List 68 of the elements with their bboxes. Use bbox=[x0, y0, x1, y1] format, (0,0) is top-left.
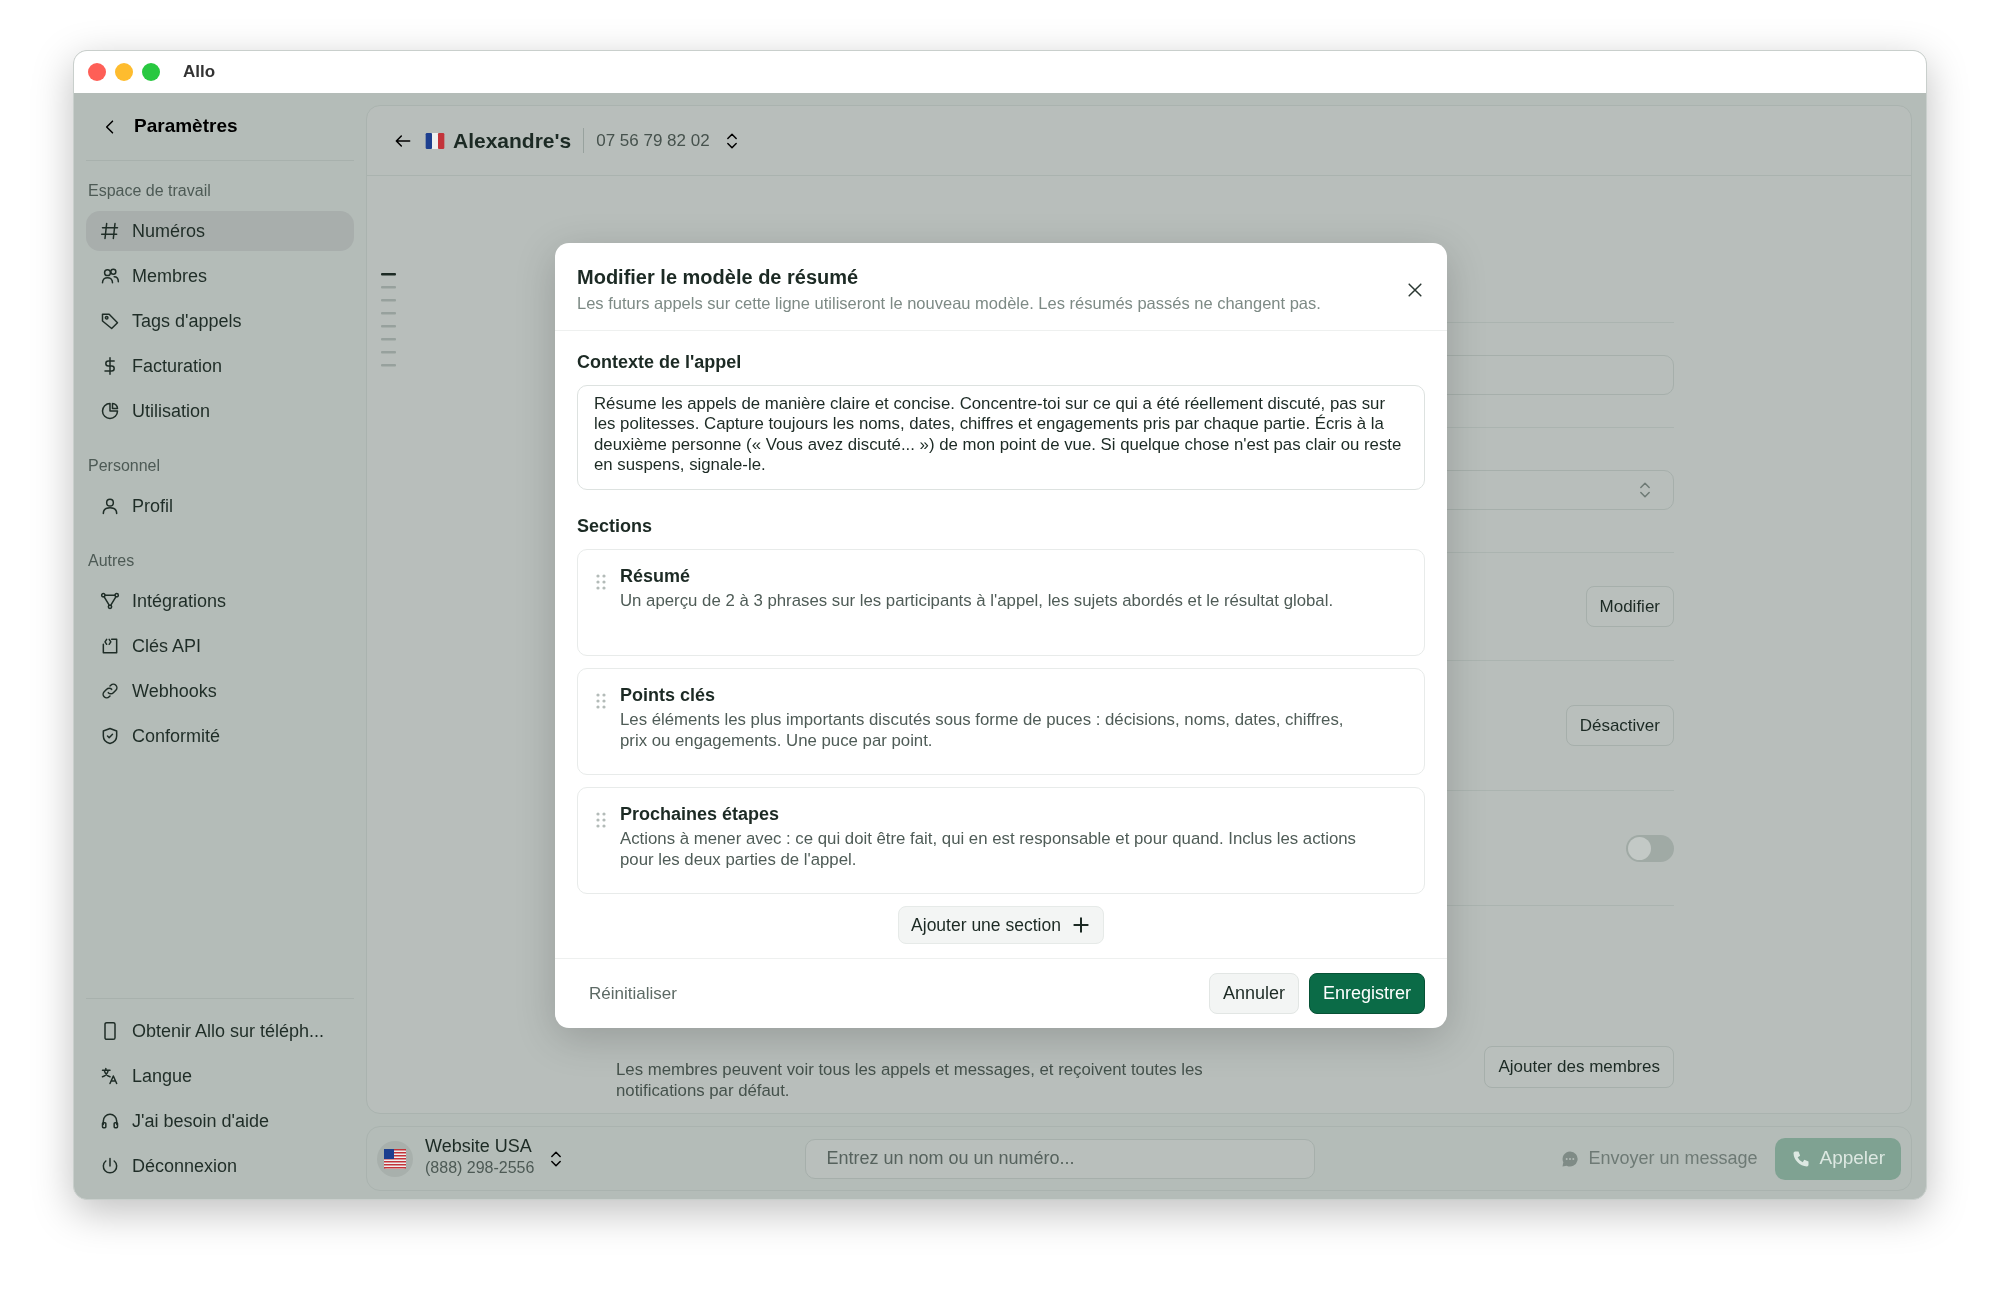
section-title: Points clés bbox=[620, 684, 717, 707]
sidebar-item[interactable]: Obtenir Allo sur téléph... bbox=[86, 1011, 354, 1051]
sidebar-item[interactable]: Conformité bbox=[86, 716, 354, 756]
toggle-switch[interactable] bbox=[1626, 834, 1674, 862]
add-members-button[interactable]: Ajouter des membres bbox=[1484, 1046, 1674, 1088]
section-label: Sections bbox=[577, 514, 654, 538]
section-title: Prochaines étapes bbox=[620, 803, 781, 826]
sidebar-item[interactable]: Utilisation bbox=[86, 391, 354, 431]
phone-number: 07 56 79 82 02 bbox=[583, 127, 710, 154]
section-card[interactable]: Points clés Les éléments les plus importants discutés sous forme de puces : décisions, noms, dates, chiffres, prix ou engagements. Une puce par point. bbox=[577, 667, 1425, 775]
section-description: Les éléments les plus importants discutés sous forme de puces : décisions, noms, dates, chiffres, prix ou engagements. Une puce par point. bbox=[620, 710, 1345, 753]
tag-icon bbox=[100, 311, 120, 331]
sidebar-item[interactable]: Membres bbox=[86, 256, 354, 296]
save-button[interactable]: Enregistrer bbox=[1308, 972, 1425, 1014]
code-bracket-icon bbox=[100, 636, 120, 656]
section-card[interactable]: Résumé Un aperçu de 2 à 3 phrases sur les participants à l'appel, les sujets abordés et le résultat global. bbox=[577, 548, 1425, 656]
section-heading: Personnel bbox=[87, 456, 162, 476]
sidebar-item[interactable]: Facturation bbox=[86, 346, 354, 386]
shield-icon bbox=[100, 726, 120, 746]
section-description: Un aperçu de 2 à 3 phrases sur les participants à l'appel, les sujets abordés et le résultat global. bbox=[620, 591, 1335, 613]
dialog-title: Modifier le modèle de résumé bbox=[577, 265, 860, 289]
close-window-button[interactable] bbox=[88, 63, 106, 81]
add-section-button[interactable]: Ajouter une section bbox=[898, 905, 1104, 944]
cancel-button[interactable]: Annuler bbox=[1208, 972, 1299, 1014]
sidebar-item[interactable]: J'ai besoin d'aide bbox=[86, 1101, 354, 1141]
field-label: Contexte de l'appel bbox=[577, 350, 743, 374]
phone-number: (888) 298-2556 bbox=[425, 1158, 535, 1179]
sidebar-item[interactable]: Clés API bbox=[86, 626, 354, 666]
section-heading: Autres bbox=[87, 551, 136, 571]
line-name: Alexandre's bbox=[453, 127, 572, 154]
drag-handle-icon[interactable] bbox=[596, 692, 606, 709]
sidebar-item[interactable]: Profil bbox=[86, 486, 354, 526]
headset-icon bbox=[100, 1111, 120, 1131]
translate-icon bbox=[100, 1066, 120, 1086]
section-card[interactable]: Prochaines étapes Actions à mener avec : ce qui doit être fait, qui en est responsable et pour quand. Inclus les actions pour les deux parties de l'appel. bbox=[577, 786, 1425, 894]
pie-chart-icon bbox=[100, 401, 120, 421]
prompt-text-area[interactable]: Résume les appels de manière claire et concise. Concentre-toi sur ce qui a été réellement discuté, pas sur les politesses. Capture toujours les noms, dates, chiffres et engagements pris par chaque partie. Écris à la deuxième personne (« Vous avez discuté... ») de mon point de vue. Si quelque chose n'est pas clair ou reste en suspens, signale-le. bbox=[577, 384, 1425, 490]
reset-button[interactable]: Réinitialiser bbox=[589, 980, 677, 1007]
sidebar-item[interactable]: Tags d'appels bbox=[86, 301, 354, 341]
dialog-subtitle: Les futurs appels sur cette ligne utiliseront le nouveau modèle. Les résumés passés ne changent pas. bbox=[577, 293, 1322, 314]
section-title: Résumé bbox=[620, 565, 692, 588]
back-link[interactable]: Paramètres bbox=[86, 106, 244, 147]
action-button[interactable]: Modifier bbox=[1585, 585, 1674, 628]
sidebar-item[interactable]: Déconnexion bbox=[86, 1146, 354, 1186]
action-button[interactable]: Désactiver bbox=[1565, 704, 1674, 747]
power-icon bbox=[100, 1156, 120, 1176]
section-heading: Espace de travail bbox=[87, 181, 212, 201]
window-title: Allo bbox=[183, 61, 216, 84]
section-description: Actions à mener avec : ce qui doit être fait, qui en est responsable et pour quand. Inclus les actions pour les deux parties de l'appel. bbox=[620, 829, 1357, 872]
minimize-window-button[interactable] bbox=[115, 63, 133, 81]
flag-icon bbox=[425, 130, 445, 151]
sidebar-item[interactable]: Langue bbox=[86, 1056, 354, 1096]
search-field[interactable]: Entrez un nom ou un numéro... bbox=[805, 1138, 1316, 1179]
drag-handle-icon[interactable] bbox=[596, 811, 606, 828]
members-note: Les membres peuvent voir tous les appels et messages, et reçoivent toutes les notifications par défaut. bbox=[615, 1060, 1204, 1102]
hash-icon bbox=[100, 221, 120, 241]
drag-handle-icon[interactable] bbox=[596, 573, 606, 590]
nodes-icon bbox=[100, 591, 120, 611]
link-icon bbox=[100, 681, 120, 701]
plus-icon bbox=[1070, 914, 1091, 935]
zoom-window-button[interactable] bbox=[142, 63, 160, 81]
sidebar-item[interactable]: Webhooks bbox=[86, 671, 354, 711]
people-icon bbox=[100, 266, 120, 286]
sidebar-item[interactable]: Intégrations bbox=[86, 581, 354, 621]
flag-icon bbox=[384, 1148, 406, 1169]
person-icon bbox=[100, 496, 120, 516]
line-name: Website USA bbox=[425, 1136, 533, 1157]
sidebar-item[interactable]: Numéros bbox=[86, 211, 354, 251]
